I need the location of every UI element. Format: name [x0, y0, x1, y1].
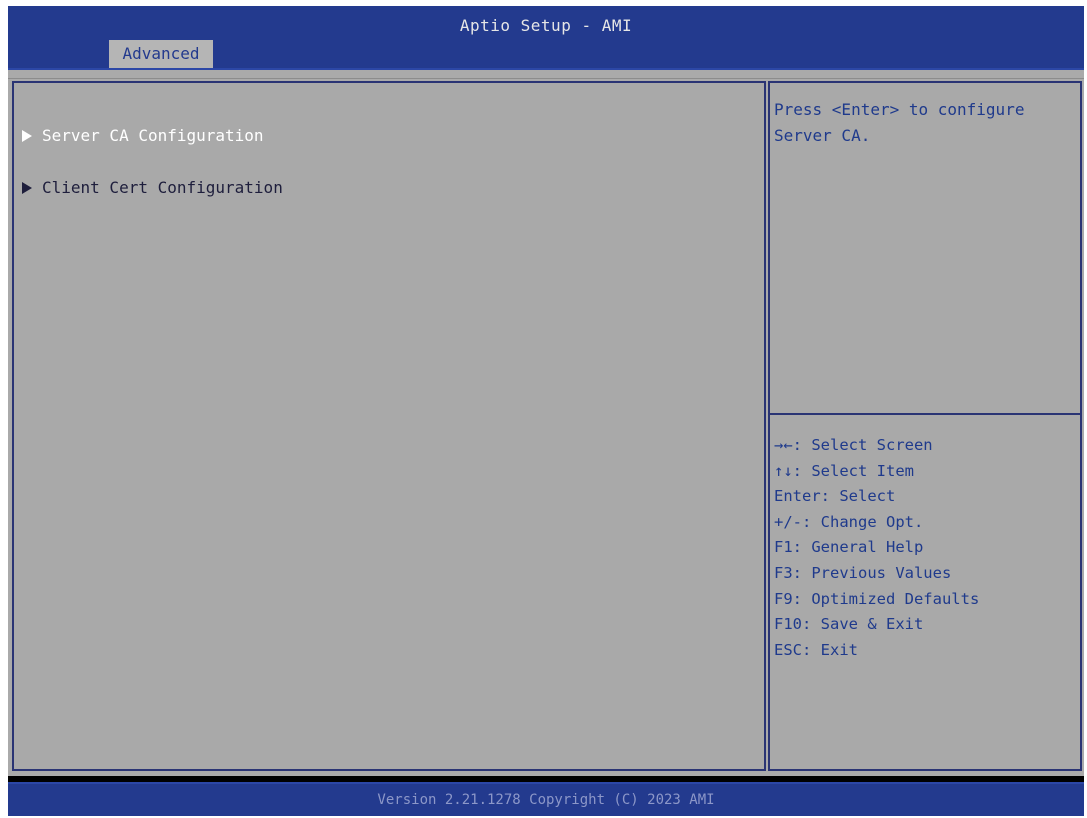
key-hint-select-item: ↑↓: Select Item: [774, 461, 914, 480]
title-bar: Aptio Setup - AMI Advanced: [8, 6, 1084, 70]
key-legend: →←: Select Screen ↑↓: Select Item Enter:…: [774, 433, 979, 663]
key-hint-optimized-defaults: F9: Optimized Defaults: [774, 589, 980, 608]
help-panel: Press <Enter> to configure Server CA. →←…: [768, 81, 1082, 771]
key-hint-general-help: F1: General Help: [774, 538, 924, 557]
key-hint-change-opt: +/-: Change Opt.: [774, 512, 924, 531]
bios-screen: Aptio Setup - AMI Advanced Server CA Con…: [8, 6, 1084, 816]
app-title: Aptio Setup - AMI: [459, 16, 633, 35]
key-hint-enter: Enter: Select: [774, 487, 896, 506]
menu-item-client-cert-configuration[interactable]: Client Cert Configuration: [22, 178, 283, 197]
settings-panel: Server CA Configuration Client Cert Conf…: [12, 81, 766, 771]
key-hint-select-screen: →←: Select Screen: [774, 436, 933, 454]
submenu-arrow-icon: [22, 182, 32, 194]
version-text: Version 2.21.1278 Copyright (C) 2023 AMI: [377, 792, 715, 808]
content-area: Server CA Configuration Client Cert Conf…: [8, 79, 1084, 776]
menu-item-label: Client Cert Configuration: [42, 178, 283, 197]
submenu-arrow-icon: [22, 130, 32, 142]
header-strip: [8, 70, 1084, 79]
key-hint-previous-values: F3: Previous Values: [774, 563, 952, 582]
help-divider: [770, 413, 1080, 415]
menu-item-label: Server CA Configuration: [42, 126, 264, 145]
menu-item-server-ca-configuration[interactable]: Server CA Configuration: [22, 126, 264, 145]
key-hint-save-exit: F10: Save & Exit: [774, 615, 924, 634]
key-hint-exit: ESC: Exit: [774, 640, 858, 659]
item-help-text: Press <Enter> to configure Server CA.: [774, 100, 1025, 145]
tab-advanced[interactable]: Advanced: [109, 40, 213, 68]
status-bar: Version 2.21.1278 Copyright (C) 2023 AMI: [8, 782, 1084, 816]
